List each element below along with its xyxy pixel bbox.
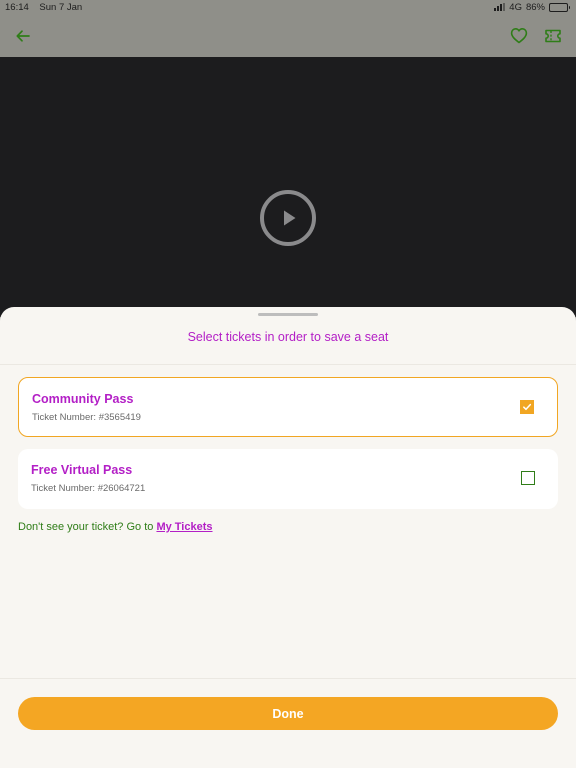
- ticket-icon: [545, 29, 561, 42]
- checkmark-icon: [523, 403, 532, 411]
- status-left: 16:14 Sun 7 Jan: [5, 2, 90, 13]
- signal-icon: [494, 3, 506, 11]
- status-time: 16:14: [5, 1, 29, 13]
- divider: [0, 678, 576, 679]
- sheet-title: Select tickets in order to save a seat: [187, 330, 389, 344]
- back-button[interactable]: [12, 25, 34, 47]
- ticket-checkbox-checked[interactable]: [520, 400, 534, 414]
- status-date: Sun 7 Jan: [39, 1, 83, 13]
- ticket-selection-sheet: Select tickets in order to save a seat C…: [0, 307, 576, 768]
- status-bar: 16:14 Sun 7 Jan 4G 86%: [0, 0, 576, 14]
- arrow-left-icon: [16, 29, 30, 42]
- nav-bar: [0, 14, 576, 57]
- done-button[interactable]: Done: [18, 697, 558, 730]
- ticket-card-free-virtual-pass[interactable]: Free Virtual Pass Ticket Number: #260647…: [18, 449, 558, 509]
- ticket-card-community-pass[interactable]: Community Pass Ticket Number: #3565419: [18, 377, 558, 437]
- ticket-number: Ticket Number: #3565419: [32, 412, 141, 423]
- video-player[interactable]: [0, 57, 576, 317]
- battery-icon: [549, 2, 570, 12]
- nav-actions: [508, 25, 564, 47]
- status-right: 4G 86%: [494, 1, 570, 13]
- ticket-name: Community Pass: [32, 392, 134, 406]
- play-icon: [284, 210, 296, 226]
- battery-percent: 86%: [525, 1, 545, 13]
- ticket-name: Free Virtual Pass: [31, 463, 133, 477]
- divider: [0, 364, 576, 365]
- help-text: Don't see your ticket? Go to: [18, 521, 154, 533]
- heart-icon: [510, 28, 528, 44]
- ticket-number: Ticket Number: #26064721: [31, 483, 146, 494]
- favorite-button[interactable]: [508, 25, 530, 47]
- ticket-checkbox-unchecked[interactable]: [521, 471, 535, 485]
- network-type: 4G: [509, 1, 522, 13]
- sheet-grabber[interactable]: [258, 313, 318, 316]
- help-line: Don't see your ticket? Go to My Tickets: [18, 521, 213, 533]
- tickets-button[interactable]: [542, 25, 564, 47]
- my-tickets-link[interactable]: My Tickets: [156, 521, 212, 533]
- play-button[interactable]: [260, 190, 316, 246]
